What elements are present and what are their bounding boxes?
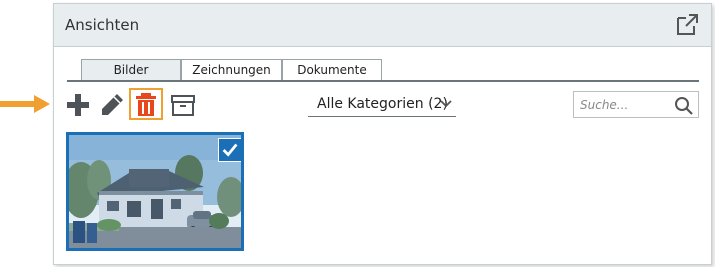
tab-zeichnungen[interactable]: Zeichnungen: [181, 59, 282, 81]
checkmark-icon: [222, 143, 238, 157]
category-select-value: Alle Kategorien (2): [317, 96, 448, 112]
image-thumbnail[interactable]: [66, 132, 244, 251]
tab-dokumente[interactable]: Dokumente: [282, 59, 382, 81]
plus-icon[interactable]: [64, 91, 92, 119]
pointer-arrow-icon: [0, 95, 50, 113]
panel-title: Ansichten: [65, 16, 140, 34]
delete-button[interactable]: [129, 88, 163, 120]
tab-bilder[interactable]: Bilder: [81, 59, 181, 81]
category-select[interactable]: Alle Kategorien (2): [308, 94, 456, 117]
search-input[interactable]: [580, 96, 668, 113]
selected-checkbox[interactable]: [218, 138, 241, 162]
building-photo: [69, 135, 241, 248]
archive-box-icon[interactable]: [169, 91, 197, 119]
trash-icon: [136, 93, 156, 116]
chevron-down-icon: [440, 100, 452, 108]
search-box: [573, 91, 699, 118]
tabs-underline: [67, 80, 699, 82]
external-link-icon[interactable]: [674, 12, 700, 38]
views-panel: Ansichten Bilder Zeichnungen Dokumente A…: [53, 3, 712, 265]
pencil-icon[interactable]: [98, 91, 126, 119]
search-icon[interactable]: [674, 96, 694, 116]
panel-header: Ansichten: [54, 4, 711, 47]
